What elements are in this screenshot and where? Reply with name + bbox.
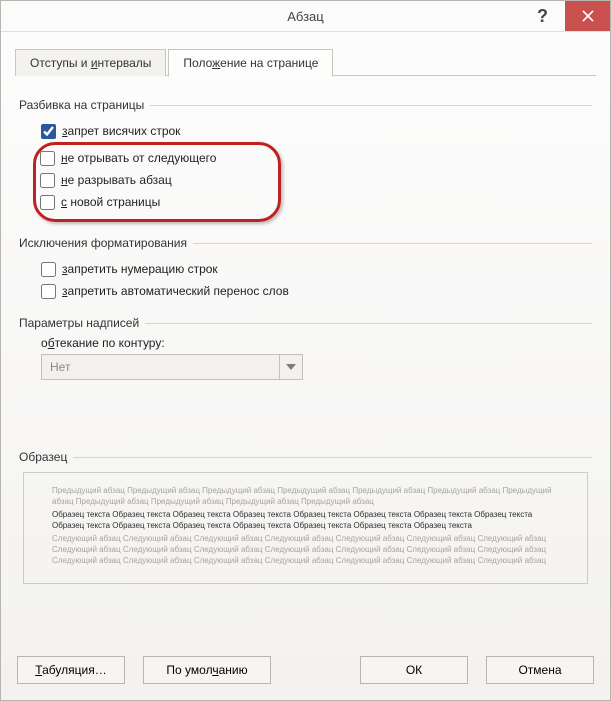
tab-label: Положение на странице bbox=[183, 56, 318, 70]
tab-label: Отступы и интервалы bbox=[30, 56, 151, 70]
tabstrip: Отступы и интервалы Положение на страниц… bbox=[1, 32, 610, 76]
checkbox-widow[interactable]: запрет висячих строк bbox=[41, 120, 592, 142]
tab-position[interactable]: Положение на странице bbox=[168, 49, 333, 77]
checkbox-input[interactable] bbox=[40, 173, 55, 188]
checkbox-keep-next[interactable]: не отрывать от следующего bbox=[40, 147, 268, 169]
checkbox-page-break[interactable]: с новой страницы bbox=[40, 191, 268, 213]
wrap-select[interactable]: Нет bbox=[41, 354, 303, 380]
window-controls: ? bbox=[520, 1, 610, 31]
preview-sample: Образец текста Образец текста Образец те… bbox=[52, 509, 559, 531]
checkbox-label: запретить нумерацию строк bbox=[62, 261, 218, 277]
group-label: Параметры надписей bbox=[19, 316, 592, 330]
group-label: Разбивка на страницы bbox=[19, 98, 592, 112]
paragraph-dialog: Абзац ? Отступы и интервалы Положение на… bbox=[0, 0, 611, 701]
group-pagination: Разбивка на страницы запрет висячих стро… bbox=[19, 98, 592, 222]
checkbox-label: запрет висячих строк bbox=[62, 123, 180, 139]
preview-prev: Предыдущий абзац Предыдущий абзац Предыд… bbox=[52, 485, 559, 507]
group-textbox: Параметры надписей обтекание по контуру:… bbox=[19, 316, 592, 380]
group-label: Образец bbox=[19, 450, 592, 464]
group-divider bbox=[150, 105, 592, 106]
dropdown-button[interactable] bbox=[279, 355, 302, 379]
checkbox-label: не отрывать от следующего bbox=[61, 150, 216, 166]
group-title: Параметры надписей bbox=[19, 316, 139, 330]
group-divider bbox=[193, 243, 592, 244]
group-title: Разбивка на страницы bbox=[19, 98, 144, 112]
checkbox-label: запретить автоматический перенос слов bbox=[62, 283, 289, 299]
checkbox-no-line-num[interactable]: запретить нумерацию строк bbox=[41, 258, 592, 280]
highlight-annotation: не отрывать от следующего не разрывать а… bbox=[33, 142, 281, 222]
checkbox-input[interactable] bbox=[41, 262, 56, 277]
button-row: Табуляция… По умолчанию ОК Отмена bbox=[1, 642, 610, 700]
wrap-label: обтекание по контуру: bbox=[41, 336, 592, 350]
group-divider bbox=[145, 323, 592, 324]
group-label: Исключения форматирования bbox=[19, 236, 592, 250]
preview-frame: Предыдущий абзац Предыдущий абзац Предыд… bbox=[23, 472, 588, 584]
checkbox-label: с новой страницы bbox=[61, 194, 160, 210]
wrap-value: Нет bbox=[42, 360, 279, 374]
checkbox-input[interactable] bbox=[40, 195, 55, 210]
ok-button[interactable]: ОК bbox=[360, 656, 468, 684]
group-preview: Образец Предыдущий абзац Предыдущий абза… bbox=[19, 450, 592, 584]
checkbox-input[interactable] bbox=[41, 284, 56, 299]
checkbox-label: не разрывать абзац bbox=[61, 172, 172, 188]
dialog-body: Разбивка на страницы запрет висячих стро… bbox=[1, 76, 610, 584]
close-icon bbox=[582, 10, 594, 22]
titlebar: Абзац ? bbox=[1, 1, 610, 32]
preview-next: Следующий абзац Следующий абзац Следующи… bbox=[52, 533, 559, 566]
tab-indents[interactable]: Отступы и интервалы bbox=[15, 49, 166, 76]
checkbox-no-hyphen[interactable]: запретить автоматический перенос слов bbox=[41, 280, 592, 302]
tabs-button[interactable]: Табуляция… bbox=[17, 656, 125, 684]
group-title: Образец bbox=[19, 450, 67, 464]
defaults-button[interactable]: По умолчанию bbox=[143, 656, 271, 684]
close-button[interactable] bbox=[565, 1, 610, 31]
dialog-title: Абзац bbox=[1, 9, 610, 24]
group-title: Исключения форматирования bbox=[19, 236, 187, 250]
checkbox-input[interactable] bbox=[41, 124, 56, 139]
checkbox-keep-together[interactable]: не разрывать абзац bbox=[40, 169, 268, 191]
checkbox-input[interactable] bbox=[40, 151, 55, 166]
chevron-down-icon bbox=[286, 364, 296, 370]
group-exceptions: Исключения форматирования запретить нуме… bbox=[19, 236, 592, 302]
help-button[interactable]: ? bbox=[520, 1, 565, 31]
group-divider bbox=[73, 457, 592, 458]
cancel-button[interactable]: Отмена bbox=[486, 656, 594, 684]
